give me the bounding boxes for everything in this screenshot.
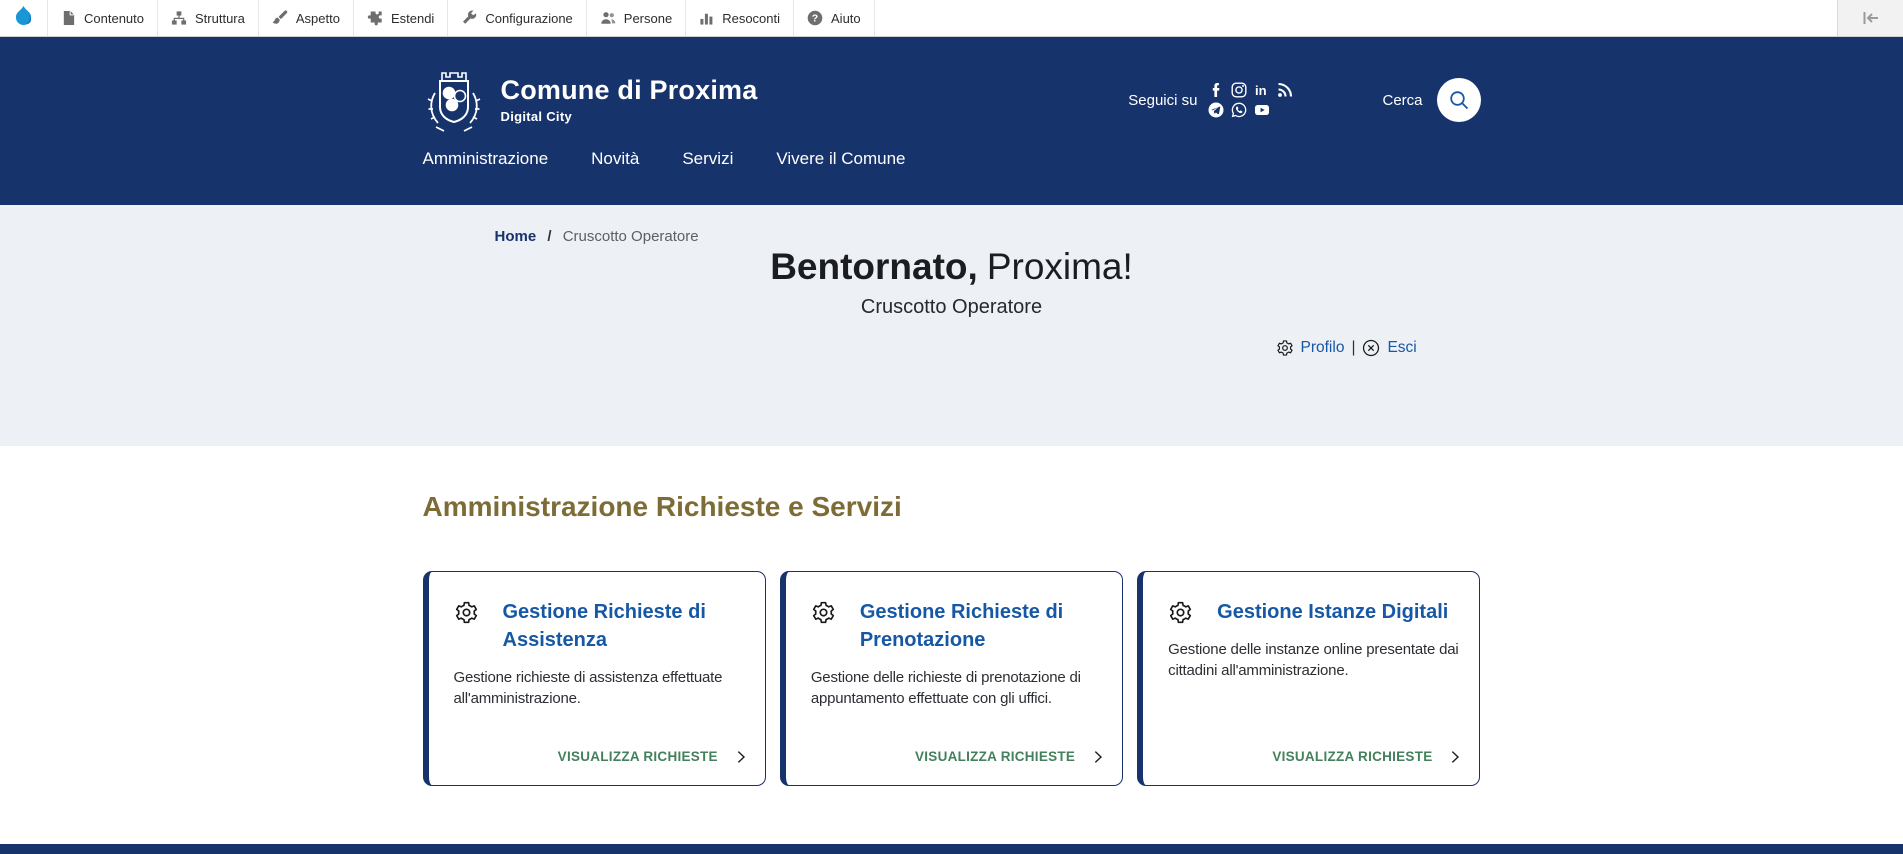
view-requests-link[interactable]: VISUALIZZA RICHIESTE — [558, 749, 749, 765]
site-name: Comune di Proxima — [501, 76, 758, 106]
site-tagline: Digital City — [501, 109, 758, 124]
view-requests-link[interactable]: VISUALIZZA RICHIESTE — [915, 749, 1106, 765]
toolbar-tab-contenuto[interactable]: Contenuto — [48, 0, 158, 36]
card-description: Gestione richieste di assistenza effettu… — [454, 667, 749, 711]
toolbar-tab-label: Aiuto — [831, 11, 861, 26]
toolbar-tab-aspetto[interactable]: Aspetto — [259, 0, 354, 36]
breadcrumb-separator: / — [547, 228, 551, 245]
card-title[interactable]: Gestione Istanze Digitali — [1217, 598, 1448, 626]
toolbar-tab-label: Persone — [624, 11, 672, 26]
follow-us-label: Seguici su — [1128, 92, 1197, 109]
footer-strip — [0, 844, 1903, 854]
site-header: Comune di Proxima Digital City Seguici s… — [0, 37, 1903, 205]
instagram-icon[interactable] — [1231, 82, 1247, 98]
svg-text:?: ? — [812, 13, 818, 25]
card-gestione-richieste-prenotazione: Gestione Richieste di Prenotazione Gesti… — [780, 571, 1123, 786]
welcome-title: Bentornato,Proxima! — [423, 245, 1481, 289]
puzzle-icon — [367, 10, 383, 26]
breadcrumb: Home / Cruscotto Operatore — [495, 205, 1481, 245]
gear-icon — [1276, 339, 1294, 357]
toolbar-tab-resoconti[interactable]: Resoconti — [686, 0, 794, 36]
chevron-right-icon — [733, 749, 749, 765]
dashboard-subtitle: Cruscotto Operatore — [423, 296, 1481, 319]
toolbar-tab-label: Configurazione — [485, 11, 572, 26]
drupal-logo-icon — [12, 5, 35, 31]
barchart-icon — [699, 10, 714, 26]
logout-link[interactable]: Esci — [1387, 339, 1416, 357]
rss-icon[interactable] — [1277, 82, 1293, 98]
toolbar-tab-label: Struttura — [195, 11, 245, 26]
toolbar-tab-estendi[interactable]: Estendi — [354, 0, 448, 36]
sitemap-icon — [171, 10, 187, 26]
toolbar-tab-struttura[interactable]: Struttura — [158, 0, 259, 36]
facebook-icon[interactable] — [1208, 82, 1224, 98]
linkedin-icon[interactable]: in — [1254, 82, 1270, 98]
nav-item-vivere-il-comune[interactable]: Vivere il Comune — [776, 149, 905, 169]
toolbar-tab-label: Resoconti — [722, 11, 780, 26]
view-requests-link[interactable]: VISUALIZZA RICHIESTE — [1272, 749, 1463, 765]
paintbrush-icon — [272, 10, 288, 26]
chevron-right-icon — [1090, 749, 1106, 765]
card-gestione-richieste-assistenza: Gestione Richieste di Assistenza Gestion… — [423, 571, 766, 786]
welcome-username: Proxima! — [987, 246, 1133, 287]
card-description: Gestione delle richieste di prenotazione… — [811, 667, 1106, 711]
toolbar-tab-label: Aspetto — [296, 11, 340, 26]
youtube-icon[interactable] — [1254, 102, 1270, 118]
toolbar-tab-label: Estendi — [391, 11, 434, 26]
welcome-greeting: Bentornato, — [770, 246, 978, 287]
section-title: Amministrazione Richieste e Servizi — [423, 490, 1481, 524]
drupal-home-button[interactable] — [0, 0, 48, 36]
drupal-admin-toolbar: Contenuto Struttura Aspetto Estendi Conf… — [0, 0, 1903, 37]
site-brand[interactable]: Comune di Proxima Digital City — [423, 67, 758, 133]
toolbar-tab-configurazione[interactable]: Configurazione — [448, 0, 586, 36]
profile-actions: Profilo | Esci — [1276, 339, 1417, 357]
breadcrumb-current: Cruscotto Operatore — [563, 228, 699, 245]
gear-icon — [454, 600, 479, 625]
municipality-coat-of-arms-logo — [423, 67, 485, 133]
hero-band: Home / Cruscotto Operatore Bentornato,Pr… — [0, 205, 1903, 446]
nav-item-servizi[interactable]: Servizi — [682, 149, 733, 169]
main-navigation: Amministrazione Novità Servizi Vivere il… — [423, 149, 1481, 169]
social-links: in — [1208, 82, 1308, 118]
card-title[interactable]: Gestione Richieste di Assistenza — [503, 598, 738, 654]
file-icon — [61, 10, 76, 26]
logout-x-circle-icon — [1362, 339, 1380, 357]
help-icon: ? — [807, 10, 823, 26]
gear-icon — [811, 600, 836, 625]
people-icon — [600, 10, 616, 26]
card-title[interactable]: Gestione Richieste di Prenotazione — [860, 598, 1095, 654]
collapse-left-icon — [1862, 11, 1880, 25]
gear-icon — [1168, 600, 1193, 625]
search-label: Cerca — [1382, 92, 1422, 109]
breadcrumb-home-link[interactable]: Home — [495, 228, 537, 245]
svg-text:in: in — [1255, 83, 1267, 98]
service-cards: Gestione Richieste di Assistenza Gestion… — [423, 571, 1481, 786]
nav-item-novita[interactable]: Novità — [591, 149, 639, 169]
main-content: Amministrazione Richieste e Servizi Gest… — [0, 446, 1903, 786]
wrench-icon — [461, 10, 477, 26]
toolbar-tab-label: Contenuto — [84, 11, 144, 26]
chevron-right-icon — [1447, 749, 1463, 765]
telegram-icon[interactable] — [1208, 102, 1224, 118]
nav-item-amministrazione[interactable]: Amministrazione — [423, 149, 549, 169]
card-gestione-istanze-digitali: Gestione Istanze Digitali Gestione delle… — [1137, 571, 1480, 786]
search-icon — [1448, 89, 1470, 111]
toolbar-collapse-button[interactable] — [1837, 0, 1903, 36]
profile-link[interactable]: Profilo — [1301, 339, 1345, 357]
card-description: Gestione delle instanze online presentat… — [1168, 639, 1463, 683]
toolbar-tab-aiuto[interactable]: ? Aiuto — [794, 0, 875, 36]
whatsapp-icon[interactable] — [1231, 102, 1247, 118]
profile-separator: | — [1351, 339, 1355, 357]
search-button[interactable] — [1437, 78, 1481, 122]
toolbar-tab-persone[interactable]: Persone — [587, 0, 686, 36]
